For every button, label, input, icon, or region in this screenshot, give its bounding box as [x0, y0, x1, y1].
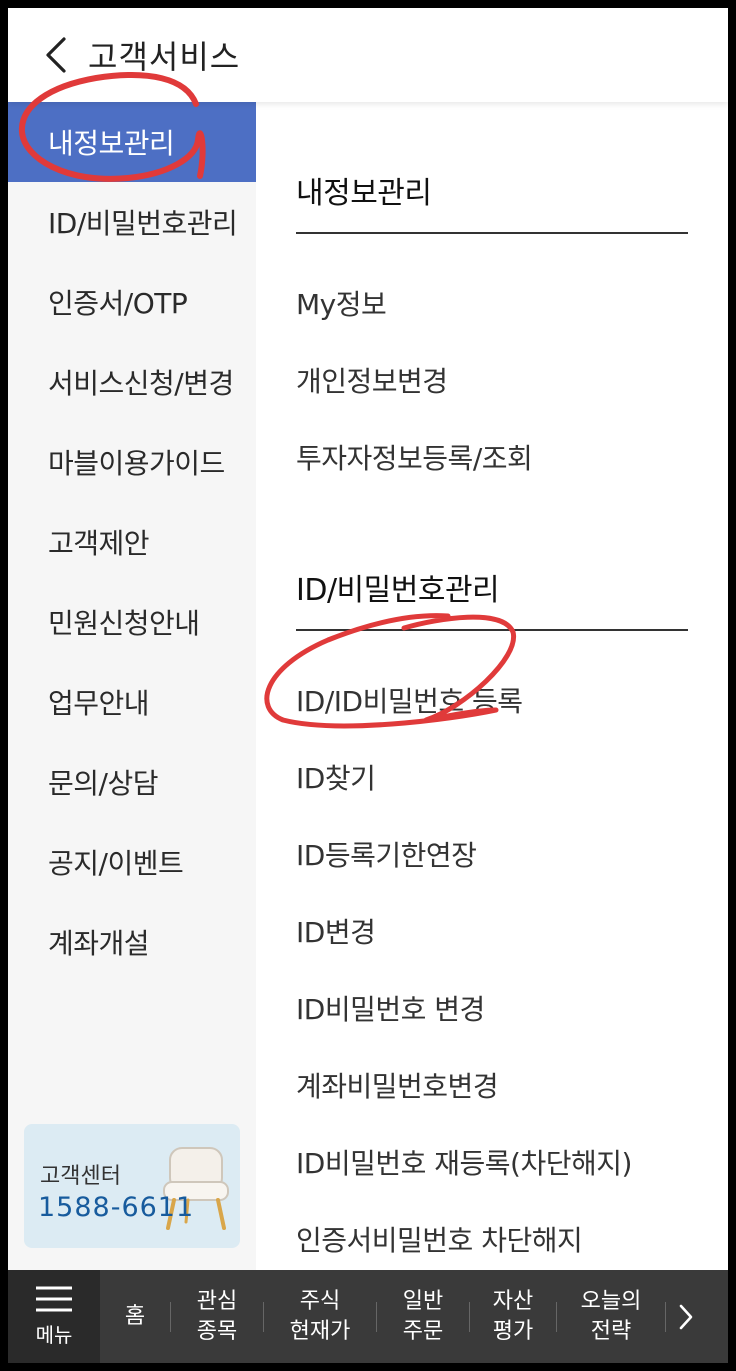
- menu-item-cert-password-unblock[interactable]: 인증서비밀번호 차단해지: [296, 1200, 688, 1277]
- sidebar-item-label: 고객제안: [48, 527, 150, 560]
- sidebar-item-account-open[interactable]: 계좌개설: [8, 902, 256, 982]
- screen: 고객서비스 내정보관리 ID/비밀번호관리 인증서/OTP 서비스신청/변경 마…: [8, 8, 728, 1363]
- sidebar-item-label: 공지/이벤트: [48, 847, 184, 880]
- section-title-my-info: 내정보관리: [296, 102, 688, 234]
- bottom-nav: 메뉴 홈 관심 종목 주식 현재가 일반 주문 자산 평가 오늘의 전략: [8, 1270, 728, 1363]
- menu-item-account-password-change[interactable]: 계좌비밀번호변경: [296, 1046, 688, 1123]
- menu-item-id-change[interactable]: ID변경: [296, 892, 688, 969]
- sidebar-item-guide[interactable]: 마블이용가이드: [8, 422, 256, 502]
- menu-item-find-id[interactable]: ID찾기: [296, 738, 688, 815]
- hamburger-icon: [36, 1286, 72, 1312]
- app-header: 고객서비스: [8, 8, 728, 102]
- nav-item-asset[interactable]: 자산 평가: [470, 1270, 556, 1363]
- sidebar-item-label: 내정보관리: [48, 127, 175, 160]
- menu-item-personal-info-change[interactable]: 개인정보변경: [296, 341, 688, 418]
- sidebar-item-complaint[interactable]: 민원신청안내: [8, 582, 256, 662]
- sidebar-item-my-info[interactable]: 내정보관리: [8, 102, 256, 182]
- sidebar-item-label: 문의/상담: [48, 767, 158, 800]
- nav-item-strategy[interactable]: 오늘의 전략: [557, 1270, 665, 1363]
- customer-center-phone[interactable]: 1588-6611: [38, 1192, 194, 1223]
- sidebar-item-certificate-otp[interactable]: 인증서/OTP: [8, 262, 256, 342]
- menu-item-id-password-reregister[interactable]: ID비밀번호 재등록(차단해지): [296, 1123, 688, 1200]
- sidebar-item-label: 서비스신청/변경: [48, 367, 234, 400]
- nav-item-watchlist[interactable]: 관심 종목: [171, 1270, 263, 1363]
- menu-label: 메뉴: [35, 1323, 73, 1347]
- nav-item-order[interactable]: 일반 주문: [377, 1270, 469, 1363]
- menu-content: 내정보관리 My정보 개인정보변경 투자자정보등록/조회 ID/비밀번호관리 I…: [296, 102, 688, 1277]
- nav-item-stock-price[interactable]: 주식 현재가: [264, 1270, 376, 1363]
- sidebar-item-inquiry[interactable]: 문의/상담: [8, 742, 256, 822]
- sidebar-item-id-password[interactable]: ID/비밀번호관리: [8, 182, 256, 262]
- sidebar-item-label: 계좌개설: [48, 927, 150, 960]
- sidebar-item-notice[interactable]: 공지/이벤트: [8, 822, 256, 902]
- menu-item-my-info[interactable]: My정보: [296, 264, 688, 341]
- sidebar-item-label: 인증서/OTP: [48, 287, 188, 320]
- sidebar-item-label: 업무안내: [48, 687, 150, 720]
- menu-button[interactable]: 메뉴: [8, 1270, 100, 1363]
- menu-item-id-password-change[interactable]: ID비밀번호 변경: [296, 969, 688, 1046]
- back-arrow-icon[interactable]: [26, 8, 86, 102]
- sidebar-item-suggestion[interactable]: 고객제안: [8, 502, 256, 582]
- sidebar-item-label: 민원신청안내: [48, 607, 200, 640]
- nav-scroll-right-icon[interactable]: [666, 1270, 706, 1363]
- menu-item-investor-info[interactable]: 투자자정보등록/조회: [296, 418, 688, 495]
- sidebar-item-service-request[interactable]: 서비스신청/변경: [8, 342, 256, 422]
- sidebar-item-business[interactable]: 업무안내: [8, 662, 256, 742]
- menu-item-id-extend[interactable]: ID등록기한연장: [296, 815, 688, 892]
- page-title: 고객서비스: [88, 38, 241, 76]
- menu-item-id-register[interactable]: ID/ID비밀번호 등록: [296, 661, 688, 738]
- nav-item-home[interactable]: 홈: [100, 1270, 170, 1363]
- sidebar: 내정보관리 ID/비밀번호관리 인증서/OTP 서비스신청/변경 마블이용가이드…: [8, 102, 256, 1270]
- sidebar-item-label: ID/비밀번호관리: [48, 207, 238, 240]
- customer-center-label: 고객센터: [40, 1164, 121, 1189]
- sidebar-item-label: 마블이용가이드: [48, 447, 225, 480]
- section-title-id-password: ID/비밀번호관리: [296, 495, 688, 631]
- customer-center-card[interactable]: 고객센터 1588-6611: [24, 1124, 240, 1248]
